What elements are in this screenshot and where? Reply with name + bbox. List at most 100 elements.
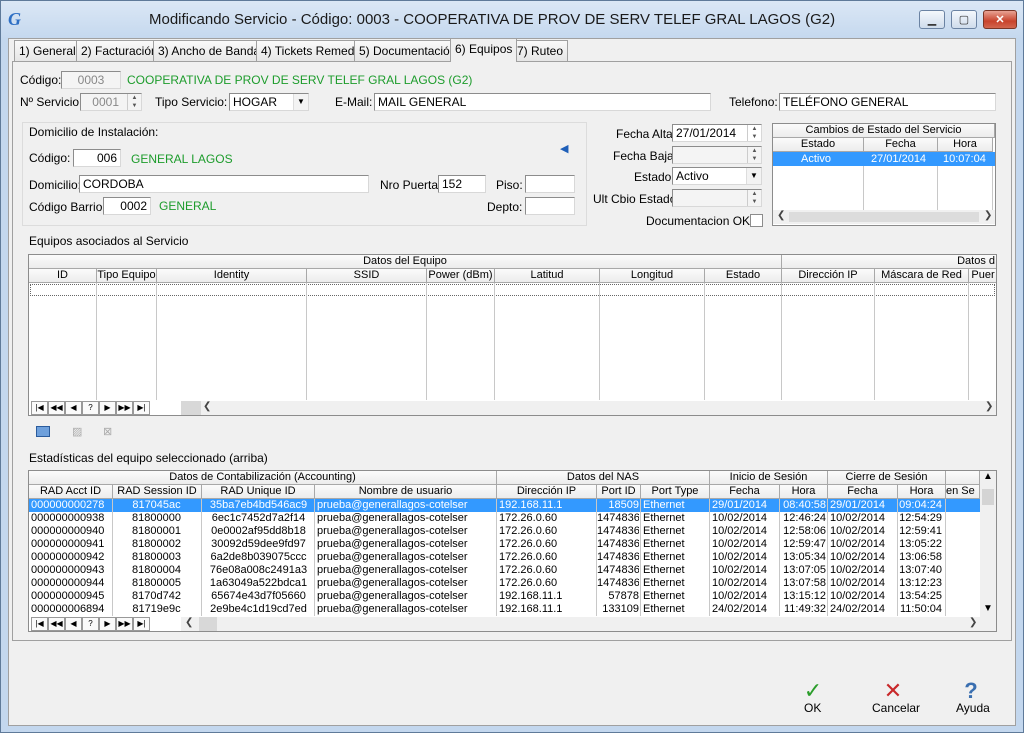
tab-facturacion[interactable]: 2) Facturación <box>76 40 163 61</box>
col-inicio-hora[interactable]: Hora <box>780 485 828 499</box>
table-row[interactable]: 000000000943 81800004 76e08a008c2491a3 prue… <box>29 564 980 577</box>
chevron-down-icon[interactable]: ▼ <box>293 94 308 110</box>
table-cell: 2e9be4c1d19cd7ed <box>210 603 307 615</box>
tipo-servicio-select[interactable]: HOGAR ▼ <box>229 93 309 111</box>
title-bar[interactable]: G Modificando Servicio - Código: 0003 - … <box>1 1 1023 39</box>
col-rad-unique-id[interactable]: RAD Unique ID <box>202 485 315 499</box>
table-cell: 000000000940 <box>31 525 105 537</box>
table-cell: 13:06:58 <box>899 551 942 563</box>
table-row[interactable]: Activo 27/01/2014 10:07:04 <box>773 152 995 166</box>
dom-domicilio-field[interactable]: CORDOBA <box>79 175 369 193</box>
fecha-alta-field[interactable]: 27/01/2014 ▲ ▼ <box>672 124 762 142</box>
col-longitud[interactable]: Longitud <box>600 269 705 283</box>
col-puerta[interactable]: Puer <box>969 269 996 283</box>
close-button[interactable]: ✕ <box>983 10 1017 29</box>
equipos-nav-bar[interactable]: |◀ ◀◀ ◀? ▶ ▶▶ ▶| <box>31 401 150 415</box>
col-estado-equipo[interactable]: Estado <box>705 269 782 283</box>
codigo-field[interactable]: 0003 <box>61 71 121 89</box>
fecha-baja-spinner[interactable]: ▲ ▼ <box>747 147 761 163</box>
fecha-baja-field[interactable]: ▲ ▼ <box>672 146 762 164</box>
chevron-down-icon[interactable]: ▼ <box>746 168 761 184</box>
fecha-alta-spinner[interactable]: ▲ ▼ <box>747 125 761 141</box>
table-row[interactable]: 000000000944 81800005 1a63049a522bdca1 prue… <box>29 577 980 590</box>
barrio-field[interactable]: 0002 <box>103 197 151 215</box>
cambios-estado-grid[interactable]: Cambios de Estado del Servicio Estado Fe… <box>772 123 996 226</box>
edit-equipo-icon[interactable] <box>36 426 50 437</box>
estadisticas-grid[interactable]: Datos de Contabilización (Accounting) Da… <box>28 470 997 632</box>
tab-tickets-remedy[interactable]: 4) Tickets Remedy <box>256 40 366 61</box>
table-row[interactable]: 000000006894 81719e9c 2e9be4c1d19cd7ed prue… <box>29 603 980 616</box>
col-power[interactable]: Power (dBm) <box>427 269 495 283</box>
table-cell: 133109 <box>602 603 639 615</box>
barrio-label: Código Barrio: <box>29 200 106 214</box>
table-cell: 10/02/2014 <box>830 551 886 563</box>
tab-documentacion[interactable]: 5) Documentación <box>354 40 462 61</box>
tab-ancho-de-banda[interactable]: 3) Ancho de Banda <box>153 40 266 61</box>
documentacion-ok-checkbox[interactable] <box>750 214 763 227</box>
stats-vscrollbar[interactable]: ▲ ▼ <box>980 471 996 617</box>
help-icon: ? <box>82 401 99 415</box>
col-direccion-ip[interactable]: Dirección IP <box>782 269 875 283</box>
col-nombre-usuario[interactable]: Nombre de usuario <box>315 485 497 499</box>
stats-nav-bar[interactable]: |◀ ◀◀ ◀? ▶ ▶▶ ▶| <box>31 617 150 631</box>
table-row[interactable]: 000000000945 8170d742 65674e43d7f05660 prue… <box>29 590 980 603</box>
table-row[interactable]: 000000000278 817045ac 35ba7eb4bd546ac9 prue… <box>29 499 980 512</box>
ok-button[interactable]: ✓ OK <box>796 678 830 716</box>
estado-select[interactable]: Activo ▼ <box>672 167 762 185</box>
table-cell: 000000006894 <box>31 603 105 615</box>
depto-field[interactable] <box>525 197 575 215</box>
delete-image-icon[interactable]: ⊠ <box>103 425 117 438</box>
dom-codigo-label: Código: <box>29 151 71 165</box>
col-inicio-fecha[interactable]: Fecha <box>710 485 780 499</box>
col-latitud[interactable]: Latitud <box>495 269 600 283</box>
table-row[interactable]: 000000000940 81800001 0e0002af95dd8b18 prue… <box>29 525 980 538</box>
ult-cbio-field[interactable]: ▲ ▼ <box>672 189 762 207</box>
col-port-type[interactable]: Port Type <box>641 485 710 499</box>
dom-codigo-field[interactable]: 006 <box>73 149 121 167</box>
nro-puerta-field[interactable]: 152 <box>438 175 486 193</box>
col-nas-direccion-ip[interactable]: Dirección IP <box>497 485 597 499</box>
minimize-button[interactable]: ▁ <box>919 10 945 29</box>
col-port-id[interactable]: Port ID <box>597 485 641 499</box>
col-cierre-fecha[interactable]: Fecha <box>828 485 898 499</box>
tab-general[interactable]: 1) General <box>14 40 81 61</box>
table-cell: 192.168.11.1 <box>499 590 563 602</box>
stats-hscrollbar[interactable]: ❮ ❯ <box>181 617 996 631</box>
table-cell: 10/02/2014 <box>830 538 886 550</box>
table-cell: prueba@generallagos-cotelser <box>317 577 468 589</box>
table-row[interactable]: 000000000938 81800000 6ec1c7452d7a2f14 prue… <box>29 512 980 525</box>
col-fecha[interactable]: Fecha <box>864 138 938 152</box>
col-en-sesion[interactable]: en Se <box>946 485 980 499</box>
cambios-hscrollbar[interactable]: ❮ ❯ <box>773 210 995 224</box>
equipos-hscrollbar[interactable]: ❮ ❯ <box>181 401 996 415</box>
email-field[interactable]: MAIL GENERAL <box>374 93 711 111</box>
col-id[interactable]: ID <box>29 269 97 283</box>
col-rad-acct-id[interactable]: RAD Acct ID <box>29 485 113 499</box>
image-icon[interactable]: ▨ <box>72 425 86 438</box>
col-ssid[interactable]: SSID <box>307 269 427 283</box>
help-button[interactable]: ? Ayuda <box>950 678 994 716</box>
table-row[interactable]: 000000000942 81800003 6a2de8b039075ccc prue… <box>29 551 980 564</box>
equipos-grid[interactable]: Datos del Equipo Datos d ID Tipo Equipo … <box>28 254 997 416</box>
piso-field[interactable] <box>525 175 575 193</box>
col-tipo-equipo[interactable]: Tipo Equipo <box>97 269 157 283</box>
col-mascara-red[interactable]: Máscara de Red <box>875 269 969 283</box>
ult-cbio-spinner[interactable]: ▲ ▼ <box>747 190 761 206</box>
table-cell: prueba@generallagos-cotelser <box>317 564 468 576</box>
col-identity[interactable]: Identity <box>157 269 307 283</box>
telefono-field[interactable]: TELÉFONO GENERAL <box>779 93 996 111</box>
col-rad-session-id[interactable]: RAD Session ID <box>113 485 202 499</box>
prev-record-icon: ◀ <box>65 617 82 631</box>
tab-ruteo[interactable]: 7) Ruteo <box>512 40 569 61</box>
table-row[interactable]: 000000000941 81800002 30092d59dee9fd97 prue… <box>29 538 980 551</box>
arrow-left-icon[interactable]: ◀ <box>560 142 568 155</box>
col-hora[interactable]: Hora <box>938 138 993 152</box>
col-estado[interactable]: Estado <box>773 138 864 152</box>
focused-empty-row[interactable] <box>30 284 995 296</box>
maximize-button[interactable]: ▢ <box>951 10 977 29</box>
col-cierre-hora[interactable]: Hora <box>898 485 946 499</box>
cancel-button[interactable]: ✕ Cancelar <box>866 678 920 716</box>
tab-equipos[interactable]: 6) Equipos <box>450 38 518 62</box>
nro-servicio-field[interactable]: 0001 ▲ ▼ <box>80 93 142 111</box>
nro-servicio-spinner[interactable]: ▲ ▼ <box>127 94 141 110</box>
